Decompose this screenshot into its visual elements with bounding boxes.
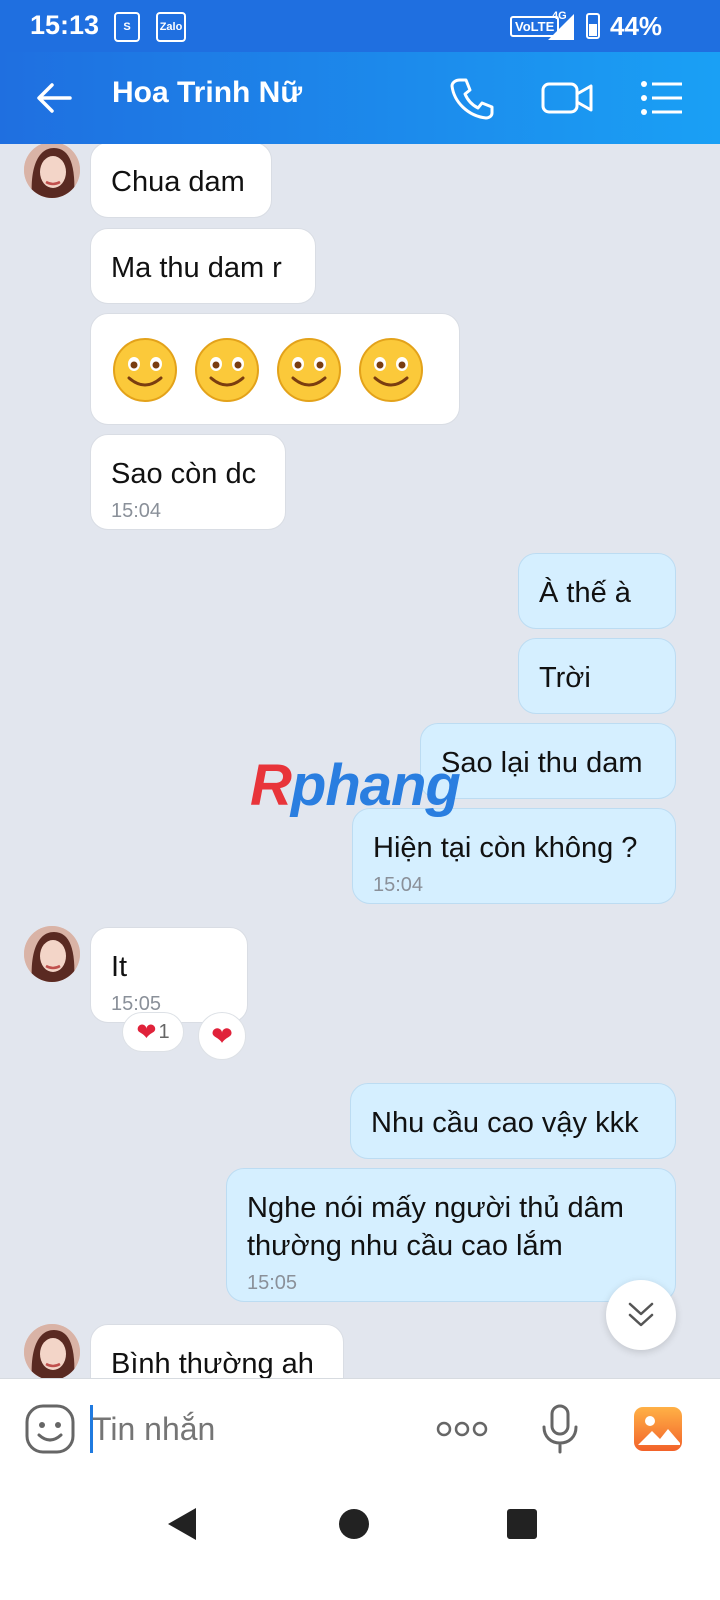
- message-text: Nghe nói mấy người thủ dâm thường nhu cầ…: [247, 1192, 624, 1262]
- message-text: Sao còn dc: [111, 458, 257, 490]
- message-bubble-outgoing[interactable]: Hiện tại còn không ? 15:04: [352, 808, 676, 904]
- smile-emoji-icon: [195, 338, 259, 402]
- contact-name[interactable]: Hoa Trinh Nữ: [112, 76, 302, 110]
- message-text: Nhu cầu cao vậy kkk: [371, 1107, 639, 1139]
- more-options-icon[interactable]: [432, 1401, 492, 1457]
- contact-avatar[interactable]: [24, 1324, 80, 1380]
- message-bubble-outgoing[interactable]: Nghe nói mấy người thủ dâm thường nhu cầ…: [226, 1168, 676, 1302]
- network-type: 4G: [552, 10, 567, 22]
- add-reaction-button[interactable]: ❤: [198, 1012, 246, 1060]
- avatar-image: [24, 1324, 80, 1380]
- message-bubble-incoming[interactable]: Chua dam: [90, 144, 272, 218]
- message-bubble-incoming[interactable]: Ma thu dam r: [90, 228, 316, 304]
- nav-home-icon[interactable]: [332, 1502, 376, 1546]
- menu-list-icon[interactable]: [636, 72, 688, 124]
- message-text: À thế à: [539, 577, 631, 609]
- message-bubble-outgoing[interactable]: À thế à: [518, 553, 676, 629]
- image-gallery-icon[interactable]: [630, 1401, 686, 1457]
- nav-back-icon[interactable]: [162, 1502, 206, 1546]
- message-bubble-outgoing[interactable]: Nhu cầu cao vậy kkk: [350, 1083, 676, 1159]
- message-input-bar: [0, 1378, 720, 1478]
- message-time: 15:05: [247, 1272, 298, 1294]
- zalo-icon: Zalo: [156, 12, 186, 42]
- system-navigation-bar: [0, 1478, 720, 1600]
- message-input[interactable]: [92, 1407, 392, 1451]
- message-text: Bình thường ah: [111, 1348, 314, 1380]
- message-text: It: [111, 951, 128, 983]
- battery-level: 44%: [610, 11, 663, 41]
- smile-emoji-icon: [359, 338, 423, 402]
- reaction-badge[interactable]: ❤ 1: [122, 1012, 184, 1052]
- message-text: Trời: [539, 662, 591, 694]
- heart-icon: ❤: [136, 1018, 157, 1046]
- smile-emoji-icon: [277, 338, 341, 402]
- chat-header: Hoa Trinh Nữ: [0, 52, 720, 144]
- back-arrow-icon[interactable]: [30, 74, 78, 122]
- scroll-to-bottom-button[interactable]: [606, 1280, 676, 1350]
- phone-call-icon[interactable]: [446, 72, 498, 124]
- message-text: Sao lại thu dam: [441, 747, 643, 779]
- emoji-message-bubble[interactable]: [90, 313, 460, 425]
- contact-avatar[interactable]: [24, 144, 80, 198]
- message-bubble-incoming[interactable]: Sao còn dc 15:04: [90, 434, 286, 530]
- heart-icon: ❤: [211, 1020, 233, 1051]
- message-bubble-outgoing[interactable]: Trời: [518, 638, 676, 714]
- microphone-icon[interactable]: [532, 1401, 588, 1457]
- contact-avatar[interactable]: [24, 926, 80, 982]
- smile-emoji-icon: [113, 338, 177, 402]
- message-text: Chua dam: [111, 166, 245, 198]
- status-time: 15:13: [30, 10, 100, 40]
- message-text: Ma thu dam r: [111, 252, 282, 284]
- avatar-image: [24, 144, 80, 198]
- double-chevron-down-icon: [628, 1302, 654, 1327]
- watermark-logo: Rphang: [250, 753, 461, 818]
- nav-recents-icon[interactable]: [500, 1502, 544, 1546]
- video-call-icon[interactable]: [540, 72, 594, 124]
- shopee-icon: S: [114, 12, 140, 42]
- message-time: 15:04: [373, 874, 424, 896]
- sticker-emoji-icon[interactable]: [22, 1401, 78, 1457]
- status-bar: 15:13 S Zalo VoLTE 4G 44%: [0, 0, 720, 52]
- reaction-count: 1: [158, 1020, 170, 1043]
- avatar-image: [24, 926, 80, 982]
- message-bubble-incoming[interactable]: It 15:05: [90, 927, 248, 1023]
- message-time: 15:04: [111, 500, 162, 522]
- battery-icon: [586, 13, 600, 39]
